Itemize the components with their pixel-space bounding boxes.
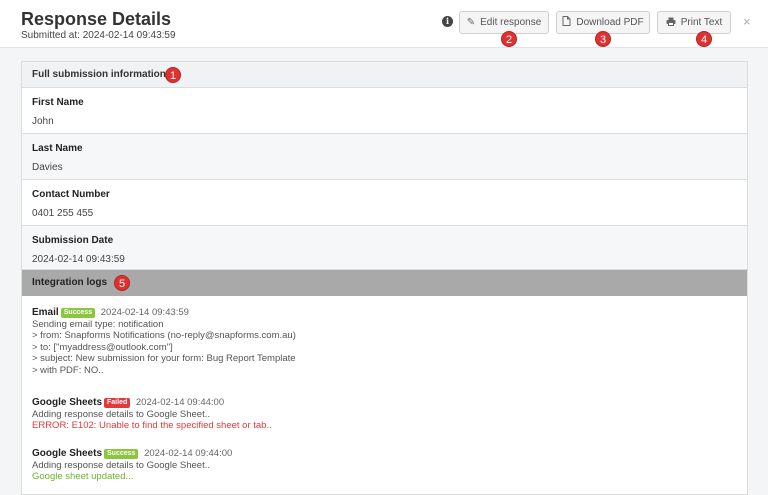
log-line: Adding response details to Google Sheet.… xyxy=(32,459,210,471)
edit-response-button[interactable]: ✎ Edit response xyxy=(459,11,549,34)
field-value: Davies xyxy=(32,162,63,173)
submitted-at: Submitted at: 2024-02-14 09:43:59 xyxy=(21,30,176,41)
field-first-name: First Name John xyxy=(22,88,747,134)
log-line: Sending email type: notification xyxy=(32,318,164,330)
header: Response Details Submitted at: 2024-02-1… xyxy=(0,0,768,48)
status-badge: Success xyxy=(104,449,139,459)
field-value: John xyxy=(32,116,54,127)
log-line: > from: Snapforms Notifications (no-repl… xyxy=(32,330,296,341)
field-contact-number: Contact Number 0401 255 455 xyxy=(22,180,747,226)
info-icon[interactable]: i xyxy=(442,16,453,27)
field-submission-date: Submission Date 2024-02-14 09:43:59 xyxy=(22,226,747,270)
field-value: 0401 255 455 xyxy=(32,208,94,219)
pencil-icon: ✎ xyxy=(466,17,476,28)
print-text-button[interactable]: Print Text xyxy=(657,11,731,34)
page-title: Response Details xyxy=(21,9,172,29)
status-badge: Success xyxy=(60,308,96,318)
log-time: 2024-02-14 09:44:00 xyxy=(135,397,225,408)
field-value: 2024-02-14 09:43:59 xyxy=(32,254,125,265)
file-pdf-icon xyxy=(562,16,571,29)
printer-icon xyxy=(666,17,676,29)
log-time: 2024-02-14 09:44:00 xyxy=(144,448,233,459)
field-label: Last Name xyxy=(32,143,83,154)
log-name: Google Sheets xyxy=(32,448,103,459)
integration-section-header: Integration logs xyxy=(22,270,747,296)
field-label: First Name xyxy=(32,97,84,108)
log-result: Google sheet updated... xyxy=(32,471,134,482)
marker-1: 1 xyxy=(165,67,181,83)
log-time: 2024-02-14 09:43:59 xyxy=(100,307,189,318)
marker-3: 3 xyxy=(595,31,611,47)
field-last-name: Last Name Davies xyxy=(22,134,747,180)
marker-2: 2 xyxy=(501,31,517,47)
log-line: > to: ["myaddress@outlook.com"] xyxy=(32,341,173,353)
edit-response-label: Edit response xyxy=(480,17,542,28)
integration-heading: Integration logs xyxy=(32,277,107,288)
log-entry-google-sheets-failed: Google Sheets Failed 2024-02-14 09:44:00 … xyxy=(32,397,272,432)
field-label: Submission Date xyxy=(32,235,114,246)
marker-5: 5 xyxy=(114,275,130,291)
log-name: Google Sheets xyxy=(32,397,103,408)
log-entry-google-sheets-success: Google Sheets Success 2024-02-14 09:44:00… xyxy=(32,448,232,483)
print-text-label: Print Text xyxy=(680,17,723,28)
field-label: Contact Number xyxy=(32,189,110,200)
log-name: Email xyxy=(32,307,59,318)
download-pdf-label: Download PDF xyxy=(576,17,644,28)
submission-panel: Full submission information 1 First Name… xyxy=(21,61,748,495)
submission-heading: Full submission information xyxy=(32,69,166,80)
log-line: > with PDF: NO.. xyxy=(32,364,104,376)
log-error: ERROR: E102: Unable to find the specifie… xyxy=(32,420,272,431)
status-badge: Failed xyxy=(104,398,131,408)
submission-section-header: Full submission information xyxy=(22,62,747,88)
log-entry-email: Email Success 2024-02-14 09:43:59 Sending… xyxy=(32,307,296,376)
log-line: > subject: New submission for your form:… xyxy=(32,353,296,364)
log-line: Adding response details to Google Sheet.… xyxy=(32,408,210,420)
close-icon[interactable]: × xyxy=(743,14,751,29)
marker-4: 4 xyxy=(696,31,712,47)
